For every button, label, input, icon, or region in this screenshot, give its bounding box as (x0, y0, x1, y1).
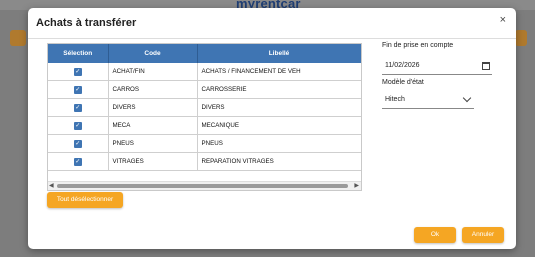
cancel-button[interactable]: Annuler (462, 227, 504, 243)
chevron-down-icon (462, 93, 472, 103)
row-libelle: PNEUS (197, 134, 361, 153)
scroll-right-icon[interactable]: ▶ (354, 182, 359, 189)
purchases-table: Sélection Code Libellé ✓ ACHAT/FIN ACHATS … (47, 43, 362, 191)
end-date-label: Fin de prise en compte (382, 42, 454, 49)
table-row[interactable]: ✓ CARROS CARROSSERIE (48, 80, 361, 99)
row-code: PNEUS (108, 134, 198, 153)
row-checkbox-cell[interactable]: ✓ (48, 152, 109, 171)
checkbox[interactable]: ✓ (73, 67, 82, 76)
table-row[interactable]: ✓ DIVERS DIVERS (48, 98, 361, 117)
header-code[interactable]: Code (108, 44, 198, 63)
close-icon[interactable]: × (500, 14, 506, 26)
checkbox[interactable]: ✓ (73, 139, 82, 148)
model-label: Modèle d'état (382, 79, 424, 86)
end-date-field[interactable]: 11/02/2026 (382, 60, 492, 75)
row-checkbox-cell[interactable]: ✓ (48, 134, 109, 153)
row-libelle: DIVERS (197, 98, 361, 117)
table-row[interactable]: ✓ ACHAT/FIN ACHATS / FINANCEMENT DE VEH (48, 63, 361, 81)
checkbox[interactable]: ✓ (73, 103, 82, 112)
row-libelle: ACHATS / FINANCEMENT DE VEH (197, 63, 361, 81)
background-button (515, 30, 527, 46)
checkbox[interactable]: ✓ (73, 85, 82, 94)
dialog-title: Achats à transférer (36, 17, 137, 29)
model-select[interactable]: Hitech (382, 93, 474, 109)
scroll-left-icon[interactable]: ◀ (49, 182, 54, 189)
calendar-icon[interactable] (482, 62, 490, 70)
checkbox[interactable]: ✓ (73, 121, 82, 130)
row-libelle: CARROSSERIE (197, 80, 361, 99)
row-checkbox-cell[interactable]: ✓ (48, 116, 109, 135)
checkbox[interactable]: ✓ (73, 157, 82, 166)
row-checkbox-cell[interactable]: ✓ (48, 98, 109, 117)
row-code: MECA (108, 116, 198, 135)
row-libelle: MECANIQUE (197, 116, 361, 135)
divider (28, 38, 516, 39)
row-checkbox-cell[interactable]: ✓ (48, 63, 109, 81)
row-code: CARROS (108, 80, 198, 99)
row-code: VITRAGES (108, 152, 198, 171)
table-row[interactable]: ✓ PNEUS PNEUS (48, 134, 361, 153)
header-libelle[interactable]: Libellé (197, 44, 361, 63)
row-libelle: REPARATION VITRAGES (197, 152, 361, 171)
row-code: DIVERS (108, 98, 198, 117)
deselect-all-button[interactable]: Tout désélectionner (47, 192, 123, 208)
row-code: ACHAT/FIN (108, 63, 198, 81)
header-selection[interactable]: Sélection (48, 44, 109, 63)
ok-button[interactable]: Ok (414, 227, 456, 243)
background-button (10, 30, 26, 46)
transfer-dialog: Achats à transférer × Sélection Code Lib… (28, 8, 516, 249)
table-row[interactable]: ✓ MECA MECANIQUE (48, 116, 361, 135)
model-value: Hitech (385, 96, 405, 103)
horizontal-scrollbar[interactable]: ◀ ▶ (48, 181, 361, 190)
table-row[interactable]: ✓ VITRAGES REPARATION VITRAGES (48, 152, 361, 171)
end-date-value: 11/02/2026 (385, 62, 420, 69)
scroll-thumb[interactable] (57, 184, 348, 188)
table-header: Sélection Code Libellé (48, 44, 361, 63)
row-checkbox-cell[interactable]: ✓ (48, 80, 109, 99)
